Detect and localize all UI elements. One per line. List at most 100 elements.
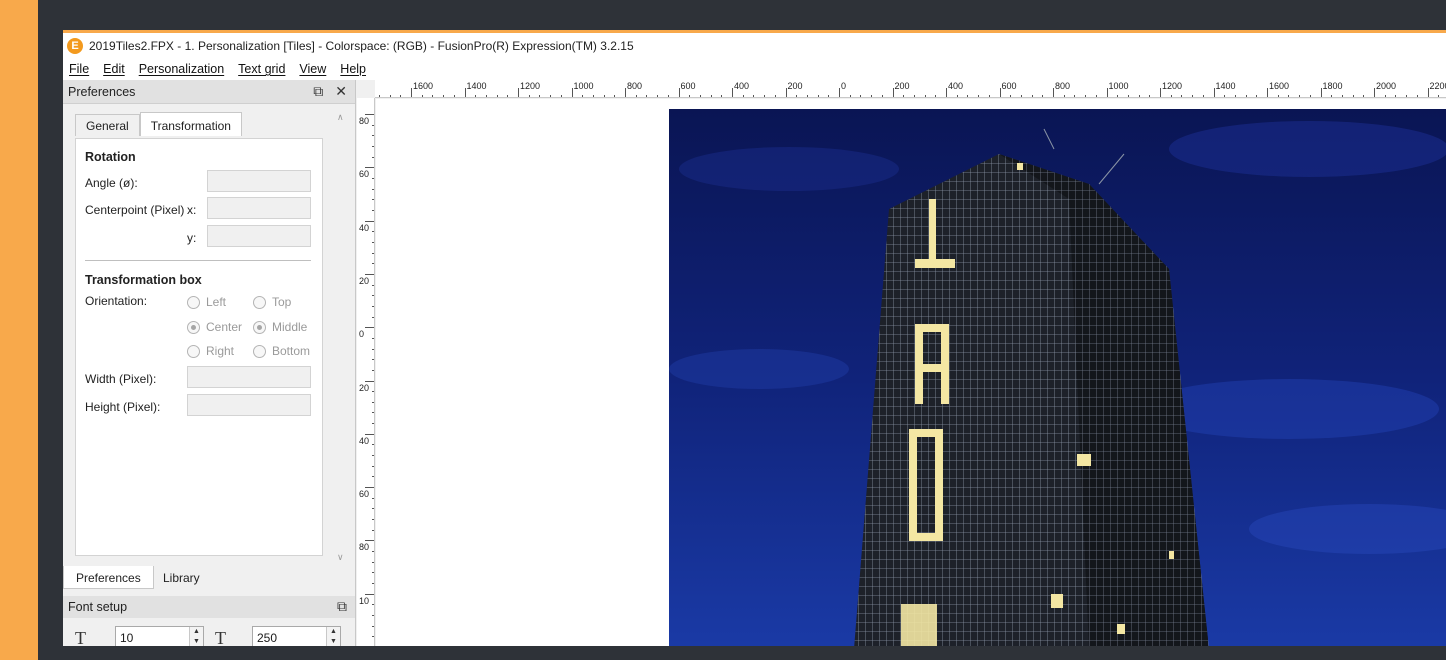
ruler-tick — [372, 508, 374, 510]
ruler-tick — [372, 305, 374, 307]
float-panel-icon[interactable]: ⧉ — [313, 83, 323, 100]
ruler-tick — [1416, 95, 1418, 97]
tower-photo[interactable] — [669, 109, 1446, 646]
vertical-ruler[interactable]: 80 60 40 20 0 20 40 60 80 10 — [357, 98, 375, 646]
preferences-panel-header: Preferences ⧉ ✕ — [63, 80, 355, 104]
ruler-label: 1800 — [1322, 81, 1343, 91]
ruler-tick — [1406, 95, 1408, 97]
horizontal-ruler[interactable]: 1600 1400 1200 1000 800 600 400 200 0 200 400 600 80… — [375, 80, 1446, 98]
ruler-tick — [1031, 95, 1033, 97]
tracking-spinner[interactable]: 250 ▲ ▼ — [252, 626, 341, 646]
left-dock-panel: Preferences ⧉ ✕ General Transformation R… — [63, 80, 356, 646]
tower-image — [669, 109, 1446, 646]
ruler-tick — [560, 95, 562, 97]
scroll-down-arrow-icon[interactable]: ∨ — [337, 552, 344, 563]
font-setup-header: Font setup ⧉ — [63, 596, 355, 618]
ruler-tick — [372, 636, 374, 638]
menu-personalization[interactable]: Personalization — [139, 62, 224, 76]
height-field[interactable] — [187, 394, 311, 416]
float-font-panel-icon[interactable]: ⧉ — [337, 598, 347, 615]
radio-middle[interactable]: Middle — [253, 320, 307, 334]
ruler-tick — [892, 88, 894, 97]
window-title: 2019Tiles2.FPX - 1. Personalization [Til… — [89, 38, 634, 53]
radio-center[interactable]: Center — [187, 320, 242, 334]
ruler-label: 60 — [359, 169, 370, 180]
ruler-tick — [988, 95, 990, 97]
centerpoint-label: Centerpoint (Pixel) — [85, 203, 185, 217]
bottom-tab-preferences[interactable]: Preferences — [63, 566, 154, 589]
bottom-tab-library[interactable]: Library — [151, 566, 212, 589]
ruler-tick — [625, 88, 626, 97]
font-size-spinner[interactable]: 10 ▲ ▼ — [115, 626, 204, 646]
radio-right[interactable]: Right — [187, 344, 234, 358]
ruler-tick — [365, 540, 374, 542]
tab-general[interactable]: General — [75, 114, 140, 136]
ruler-label: 80 — [359, 542, 370, 553]
ruler-tick — [372, 423, 374, 425]
ruler-tick — [389, 95, 391, 97]
font-size-spin-arrows-icon[interactable]: ▲ ▼ — [189, 627, 203, 646]
ruler-tick — [828, 95, 830, 97]
ruler-corner — [357, 80, 375, 98]
angle-label: Angle (ø): — [85, 176, 138, 190]
tracking-spin-arrows-icon[interactable]: ▲ ▼ — [326, 627, 340, 646]
ruler-label: 40 — [359, 435, 370, 446]
ruler-tick — [1181, 95, 1183, 97]
centerpoint-x-field[interactable] — [207, 197, 311, 219]
ruler-tick — [443, 95, 445, 97]
ruler-tick — [1427, 88, 1429, 97]
ruler-tick — [935, 95, 937, 97]
fusionpro-app-icon: E — [67, 37, 83, 54]
menu-edit[interactable]: Edit — [103, 62, 125, 76]
ruler-tick — [1374, 88, 1375, 97]
menu-text-grid[interactable]: Text grid — [238, 62, 285, 76]
title-bar[interactable]: E 2019Tiles2.FPX - 1. Personalization [T… — [63, 33, 1446, 58]
ruler-tick — [372, 177, 374, 179]
ruler-tick — [1384, 95, 1386, 97]
scroll-up-arrow-icon[interactable]: ∧ — [337, 112, 344, 123]
ruler-tick — [432, 95, 434, 97]
width-field[interactable] — [187, 366, 311, 388]
ruler-tick — [913, 95, 915, 97]
ruler-tick — [1245, 95, 1247, 97]
menu-view[interactable]: View — [299, 62, 326, 76]
ruler-label: 20 — [359, 275, 370, 286]
ruler-tick — [1192, 95, 1194, 97]
centerpoint-y-field[interactable] — [207, 225, 311, 247]
angle-field[interactable] — [207, 170, 311, 192]
ruler-tick — [1053, 88, 1054, 97]
ruler-tick — [1320, 88, 1322, 97]
menu-help[interactable]: Help — [340, 62, 366, 76]
ruler-tick — [1224, 95, 1226, 97]
ruler-tick — [365, 114, 374, 115]
ruler-label: 1400 — [1215, 81, 1236, 91]
ruler-tick — [365, 273, 374, 275]
ruler-tick — [485, 95, 487, 97]
ruler-tick — [1095, 95, 1097, 97]
ruler-tick — [956, 95, 958, 97]
ruler-tick — [372, 583, 374, 585]
ruler-tick — [453, 95, 455, 97]
ruler-tick — [372, 444, 374, 446]
ruler-tick — [796, 95, 798, 97]
ruler-tick — [372, 156, 374, 158]
radio-top-label: Top — [272, 295, 292, 309]
close-panel-icon[interactable]: ✕ — [335, 83, 347, 100]
radio-left[interactable]: Left — [187, 295, 226, 309]
tab-transformation[interactable]: Transformation — [139, 112, 242, 136]
preferences-scrollbar[interactable]: ∧ ∨ — [333, 110, 350, 566]
ruler-tick — [464, 88, 466, 97]
ruler-tick — [372, 455, 374, 457]
ruler-tick — [635, 95, 637, 97]
document-page[interactable] — [376, 99, 1446, 646]
ruler-tick — [699, 95, 701, 97]
ruler-tick — [372, 295, 374, 297]
panel-bottom-tabs: Preferences Library — [63, 566, 355, 590]
ruler-tick — [372, 529, 374, 531]
ruler-tick — [742, 95, 744, 97]
ruler-tick — [571, 88, 573, 97]
radio-bottom[interactable]: Bottom — [253, 344, 310, 358]
menu-file[interactable]: File — [69, 62, 89, 76]
radio-top[interactable]: Top — [253, 295, 291, 309]
ruler-tick — [657, 95, 659, 97]
